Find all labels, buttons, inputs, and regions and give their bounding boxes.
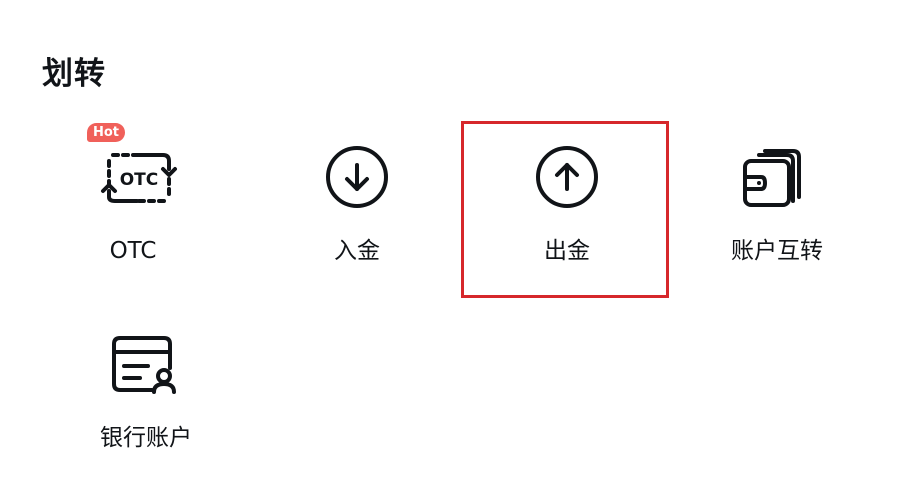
tile-bank[interactable]: 银行账户	[46, 328, 246, 458]
bank-card-user-icon	[104, 328, 188, 400]
tile-otc[interactable]: OTC OTC	[33, 141, 233, 271]
otc-icon-text: OTC	[120, 170, 159, 190]
hot-badge: Hot	[87, 123, 125, 142]
tile-label-withdraw: 出金	[544, 238, 590, 264]
arrow-up-circle-icon	[525, 141, 609, 213]
tile-label-otc: OTC	[109, 238, 157, 264]
wallet-cards-icon	[735, 141, 819, 213]
tile-transfer[interactable]: 账户互转	[677, 141, 877, 271]
arrow-down-circle-icon	[315, 141, 399, 213]
tile-label-deposit: 入金	[334, 238, 380, 264]
tile-label-bank: 银行账户	[100, 425, 192, 451]
tile-withdraw[interactable]: 出金	[467, 141, 667, 271]
tile-deposit[interactable]: 入金	[257, 141, 457, 271]
otc-exchange-icon: OTC	[91, 141, 177, 213]
section-title: 划转	[42, 56, 106, 92]
tile-label-transfer: 账户互转	[731, 238, 823, 264]
